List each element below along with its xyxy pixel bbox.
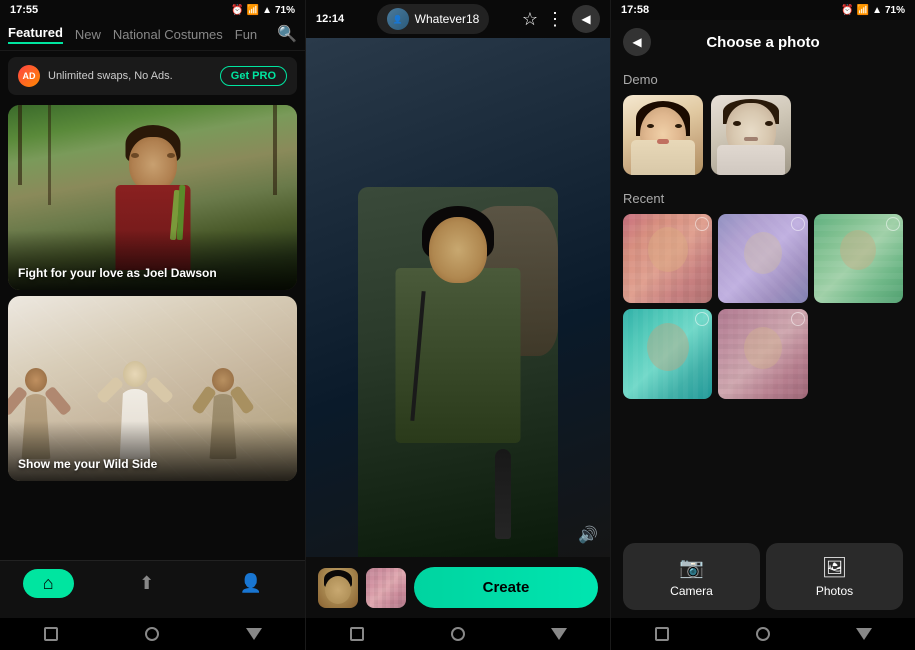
promo-avatar: AD (18, 65, 40, 87)
wifi-icon: ▲ (262, 5, 272, 16)
panel3-title-bar: ◀ Choose a photo (611, 20, 915, 64)
search-icon[interactable]: 🔍 (277, 24, 297, 44)
nav-home[interactable]: ⌂ (23, 569, 74, 598)
card-joel-dawson[interactable]: Fight for your love as Joel Dawson (8, 105, 297, 290)
recent-thumb-5[interactable] (718, 309, 807, 398)
panel-choose-photo: 17:58 ⏰ 📶 ▲ 71% ◀ Choose a photo Demo (610, 0, 915, 650)
content-cards: Fight for your love as Joel Dawson (0, 101, 305, 560)
battery-icon: 71% (275, 5, 295, 16)
wifi-icon-3: ▲ (872, 5, 882, 16)
android-back-btn[interactable] (244, 624, 264, 644)
photo-content: Demo (611, 64, 915, 535)
user-badge[interactable]: 👤 Whatever18 (377, 4, 490, 34)
android-square-btn[interactable] (41, 624, 61, 644)
panel-featured: 17:55 ⏰ 📶 ▲ 71% Featured New National Co… (0, 0, 305, 650)
recent-photos (623, 214, 903, 399)
panel-video: 12:14 👤 Whatever18 ☆ ⋮ ◀ (305, 0, 610, 650)
face-thumb-2-pixelated[interactable] (366, 568, 406, 608)
selection-overlay-3 (886, 217, 900, 231)
android-home-btn[interactable] (142, 624, 162, 644)
recent-thumb-4[interactable] (623, 309, 712, 398)
promo-bar: AD Unlimited swaps, No Ads. Get PRO (8, 57, 297, 95)
android-back-btn-2[interactable] (549, 624, 569, 644)
time-2: 12:14 (316, 13, 344, 25)
alarm-icon-3: ⏰ (841, 5, 853, 16)
android-home-btn-2[interactable] (448, 624, 468, 644)
camera-icon: 📷 (679, 555, 704, 580)
nav-upload[interactable]: ⬆ (119, 569, 174, 598)
android-square-btn-3[interactable] (652, 624, 672, 644)
promo-text: Unlimited swaps, No Ads. (48, 70, 173, 82)
prev-button[interactable]: ◀ (572, 5, 600, 33)
home-icon: ⌂ (43, 573, 54, 594)
recent-label: Recent (623, 191, 903, 206)
sound-icon[interactable]: 🔊 (578, 525, 598, 545)
battery-icon-3: 71% (885, 5, 905, 16)
user-avatar: 👤 (387, 8, 409, 30)
android-nav-2 (306, 618, 610, 650)
android-square-btn-2[interactable] (347, 624, 367, 644)
demo-male-thumb[interactable] (711, 95, 791, 175)
time-1: 17:55 (10, 4, 38, 16)
tab-featured[interactable]: Featured (8, 25, 63, 44)
video-container: 🔊 (306, 38, 610, 557)
nav-profile[interactable]: 👤 (220, 569, 282, 598)
tab-new[interactable]: New (75, 27, 101, 42)
camera-photo-bar: 📷 Camera 🖼 Photos (611, 535, 915, 618)
selection-overlay-5 (791, 312, 805, 326)
user-name: Whatever18 (415, 12, 480, 26)
recent-thumb-3[interactable] (814, 214, 903, 303)
android-nav-1 (0, 618, 305, 650)
face-swap-bar: Create (306, 557, 610, 618)
status-icons-1: ⏰ 📶 ▲ 71% (231, 5, 295, 16)
card2-label: Show me your Wild Side (18, 457, 157, 471)
photos-button[interactable]: 🖼 Photos (766, 543, 903, 610)
alarm-icon: ⏰ (231, 5, 243, 16)
camera-button[interactable]: 📷 Camera (623, 543, 760, 610)
demo-label: Demo (623, 72, 903, 87)
get-pro-button[interactable]: Get PRO (220, 66, 287, 86)
star-icon[interactable]: ☆ (522, 9, 538, 30)
photos-label: Photos (816, 584, 853, 598)
android-home-btn-3[interactable] (753, 624, 773, 644)
android-nav-3 (611, 618, 915, 650)
back-button[interactable]: ◀ (623, 28, 651, 56)
nav-tabs: Featured New National Costumes Fun 🔍 (0, 20, 305, 51)
bottom-nav: ⌂ ⬆ 👤 (0, 560, 305, 618)
camera-label: Camera (670, 584, 713, 598)
tab-costumes[interactable]: National Costumes (113, 27, 223, 42)
demo-photos (623, 95, 903, 175)
photos-icon: 🖼 (822, 555, 847, 580)
selection-overlay-2 (791, 217, 805, 231)
status-bar-1: 17:55 ⏰ 📶 ▲ 71% (0, 0, 305, 20)
signal-icon-3: 📶 (857, 5, 869, 16)
face-thumb-1[interactable] (318, 568, 358, 608)
promo-left: AD Unlimited swaps, No Ads. (18, 65, 173, 87)
card-wild-side[interactable]: Show me your Wild Side (8, 296, 297, 481)
recent-thumb-2[interactable] (718, 214, 807, 303)
page-title: Choose a photo (659, 34, 867, 51)
android-back-btn-3[interactable] (854, 624, 874, 644)
demo-female-thumb[interactable] (623, 95, 703, 175)
video-figure (358, 187, 558, 557)
recent-thumb-1[interactable] (623, 214, 712, 303)
more-icon[interactable]: ⋮ (546, 9, 564, 30)
profile-icon: 👤 (240, 573, 262, 594)
signal-icon: 📶 (247, 5, 259, 16)
create-button[interactable]: Create (414, 567, 598, 608)
status-icons-3: ⏰ 📶 ▲ 71% (841, 5, 905, 16)
tab-fun[interactable]: Fun (235, 27, 257, 42)
time-3: 17:58 (621, 4, 649, 16)
status-bar-3: 17:58 ⏰ 📶 ▲ 71% (611, 0, 915, 20)
upload-icon: ⬆ (139, 573, 154, 594)
panel2-header: 12:14 👤 Whatever18 ☆ ⋮ ◀ (306, 0, 610, 38)
card1-label: Fight for your love as Joel Dawson (18, 266, 217, 280)
